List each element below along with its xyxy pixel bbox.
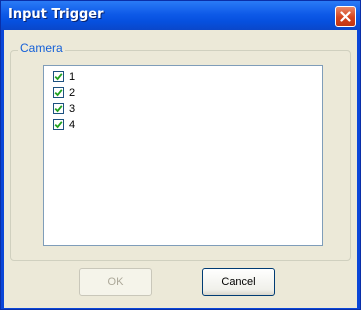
camera-2-label: 2: [69, 86, 76, 99]
close-button[interactable]: [335, 6, 356, 27]
list-item[interactable]: 1: [53, 70, 75, 83]
list-item[interactable]: 4: [53, 118, 75, 131]
checkmark-icon: [54, 105, 63, 113]
camera-1-label: 1: [69, 70, 76, 83]
checkmark-icon: [54, 73, 63, 81]
list-item[interactable]: 3: [53, 102, 75, 115]
window-title: Input Trigger: [8, 7, 104, 22]
camera-group-label: Camera: [18, 41, 65, 55]
camera-4-label: 4: [69, 118, 76, 131]
ok-button[interactable]: OK: [79, 268, 152, 296]
input-trigger-dialog: Input Trigger Camera 1 2 3 4 OK Cancel: [0, 0, 361, 310]
camera-list[interactable]: 1 2 3 4: [43, 65, 323, 246]
camera-3-label: 3: [69, 102, 76, 115]
close-icon: [340, 11, 351, 22]
cancel-button[interactable]: Cancel: [202, 268, 275, 296]
camera-3-checkbox[interactable]: [53, 103, 64, 114]
camera-4-checkbox[interactable]: [53, 119, 64, 130]
camera-2-checkbox[interactable]: [53, 87, 64, 98]
checkmark-icon: [54, 121, 63, 129]
list-item[interactable]: 2: [53, 86, 75, 99]
dialog-body: Camera 1 2 3 4 OK Cancel: [4, 30, 357, 308]
camera-1-checkbox[interactable]: [53, 71, 64, 82]
title-bar[interactable]: Input Trigger: [1, 1, 360, 30]
checkmark-icon: [54, 89, 63, 97]
